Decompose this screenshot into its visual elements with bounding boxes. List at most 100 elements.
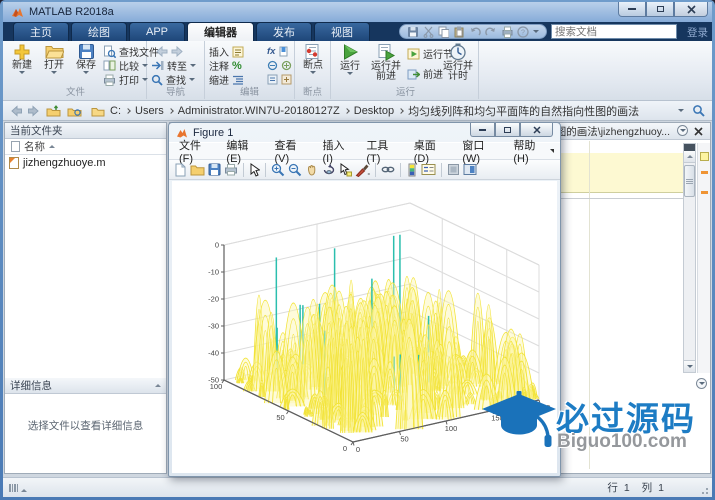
login-link[interactable]: 登录 [687, 25, 708, 40]
save-icon[interactable] [407, 26, 419, 38]
comment-button[interactable]: 注释 % [209, 59, 242, 72]
tab-editor[interactable]: 编辑器 [187, 22, 254, 41]
tab-apps[interactable]: APP [129, 22, 185, 41]
new-figure-icon[interactable] [174, 163, 187, 177]
goto-button[interactable]: 转至 [151, 59, 196, 72]
show-plot-tools-dock-icon[interactable] [463, 163, 477, 176]
figure-maximize-button[interactable] [495, 123, 520, 137]
pan-icon[interactable] [305, 163, 319, 177]
editor-scrollbar[interactable] [683, 143, 696, 373]
print-icon[interactable] [501, 26, 514, 38]
wrap-comment-icon[interactable] [267, 60, 278, 71]
close-button[interactable] [674, 2, 708, 17]
menu-help[interactable]: 帮助(H) [507, 137, 556, 165]
uncomment-icon[interactable] [281, 60, 292, 71]
message-indicator-icon[interactable] [700, 152, 709, 161]
help-icon[interactable]: ? [517, 26, 529, 38]
group-label-edit: 编辑 [205, 84, 294, 98]
save-button[interactable]: 保存 [71, 43, 101, 85]
print-figure-icon[interactable] [224, 163, 238, 176]
paste-icon[interactable] [453, 26, 465, 38]
menu-overflow-icon[interactable] [550, 149, 554, 153]
browse-folder-icon[interactable] [67, 105, 82, 117]
save-figure-icon[interactable] [208, 163, 221, 176]
figure-window-controls [470, 123, 553, 137]
file-row[interactable]: jizhengzhuoye.m [5, 155, 166, 170]
rotate-3d-icon[interactable] [322, 163, 336, 177]
crumb-back-icon[interactable] [9, 105, 23, 117]
edit-plot-icon[interactable] [249, 163, 260, 177]
bookmark-icon[interactable] [278, 46, 289, 57]
run-icon [341, 43, 360, 61]
crumb-forward-icon[interactable] [27, 105, 41, 117]
compare-button[interactable]: 比较 [103, 59, 148, 72]
tab-plots[interactable]: 绘图 [71, 22, 127, 41]
warning-marker-icon[interactable] [701, 171, 708, 174]
undo-icon[interactable] [469, 26, 481, 38]
doc-search-box[interactable] [551, 24, 677, 39]
menu-view[interactable]: 查看(V) [268, 137, 316, 165]
svg-text:0: 0 [356, 445, 360, 454]
run-time-button[interactable]: 运行并计时 [439, 43, 477, 85]
details-header[interactable]: 详细信息 [5, 378, 166, 394]
breadcrumb-item-drive[interactable]: C: [110, 105, 121, 117]
address-dropdown-icon[interactable] [678, 109, 684, 112]
fx-icon[interactable]: fx [267, 46, 275, 57]
warning-marker-icon[interactable] [701, 191, 708, 194]
breadcrumb-item-admin[interactable]: Administrator.WIN7U-20180127Z [178, 105, 340, 117]
figure-minimize-button[interactable] [470, 123, 495, 137]
tab-view[interactable]: 视图 [314, 22, 370, 41]
back-icon[interactable] [155, 46, 168, 57]
menu-desktop[interactable]: 桌面(D) [408, 137, 457, 165]
details-collapse-icon[interactable] [155, 384, 161, 387]
statusbar-grip[interactable] [9, 484, 27, 492]
insert-button[interactable]: 插入 [209, 45, 244, 58]
folder-search-icon[interactable] [692, 104, 705, 117]
doc-search-input[interactable] [552, 26, 693, 38]
run-advance-button[interactable]: 运行并前进 [367, 43, 405, 85]
scrollbar-thumb[interactable] [684, 165, 695, 197]
cut-icon[interactable] [423, 26, 434, 38]
breakpoints-button[interactable]: 断点 [298, 43, 328, 85]
scroll-down-button[interactable] [684, 360, 695, 372]
advance-button[interactable]: 前进 [407, 67, 443, 80]
editor-actions-button[interactable] [677, 125, 688, 136]
titlebar[interactable]: MATLAB R2018a [3, 2, 712, 22]
scroll-up-button[interactable] [684, 151, 695, 163]
minimize-icon [628, 8, 636, 10]
run-button[interactable]: 运行 [335, 43, 365, 85]
open-button[interactable]: 打开 [39, 43, 69, 85]
minimize-button[interactable] [618, 2, 646, 17]
breadcrumb-item-users[interactable]: Users [135, 105, 164, 117]
up-one-level-icon[interactable] [46, 105, 61, 117]
open-file-icon[interactable] [190, 163, 205, 176]
menu-edit[interactable]: 编辑(E) [220, 137, 268, 165]
forward-icon[interactable] [171, 46, 184, 57]
link-plot-icon[interactable] [381, 163, 395, 176]
name-column-header[interactable]: 名称 [5, 139, 166, 155]
zoom-out-icon[interactable] [288, 163, 302, 177]
tab-home[interactable]: 主页 [13, 22, 69, 41]
breadcrumb-item-desktop[interactable]: Desktop [354, 105, 394, 117]
tab-publish[interactable]: 发布 [256, 22, 312, 41]
brush-icon[interactable] [355, 163, 370, 177]
figure-close-button[interactable] [520, 123, 553, 137]
data-cursor-icon[interactable] [339, 163, 352, 177]
menu-file[interactable]: 文件(F) [173, 137, 220, 165]
resize-grip[interactable] [698, 484, 708, 494]
insert-colorbar-icon[interactable] [406, 163, 418, 177]
menu-insert[interactable]: 插入(I) [316, 137, 360, 165]
hide-plot-tools-icon[interactable] [447, 163, 460, 176]
maximize-button[interactable] [646, 2, 674, 17]
copy-icon[interactable] [438, 26, 450, 38]
qat-dropdown-icon[interactable] [533, 30, 539, 33]
new-script-button[interactable]: 新建 [7, 43, 37, 85]
menu-tools[interactable]: 工具(T) [360, 137, 407, 165]
breadcrumb-item-folder[interactable]: 均匀线列阵和均匀平面阵的自然指向性图的画法 [408, 103, 639, 119]
current-folder-header[interactable]: 当前文件夹 [5, 123, 166, 139]
insert-legend-icon[interactable] [421, 163, 436, 176]
redo-icon[interactable] [485, 26, 497, 38]
zoom-in-icon[interactable] [271, 163, 285, 177]
menu-window[interactable]: 窗口(W) [456, 137, 507, 165]
editor-close-icon[interactable] [694, 127, 703, 136]
